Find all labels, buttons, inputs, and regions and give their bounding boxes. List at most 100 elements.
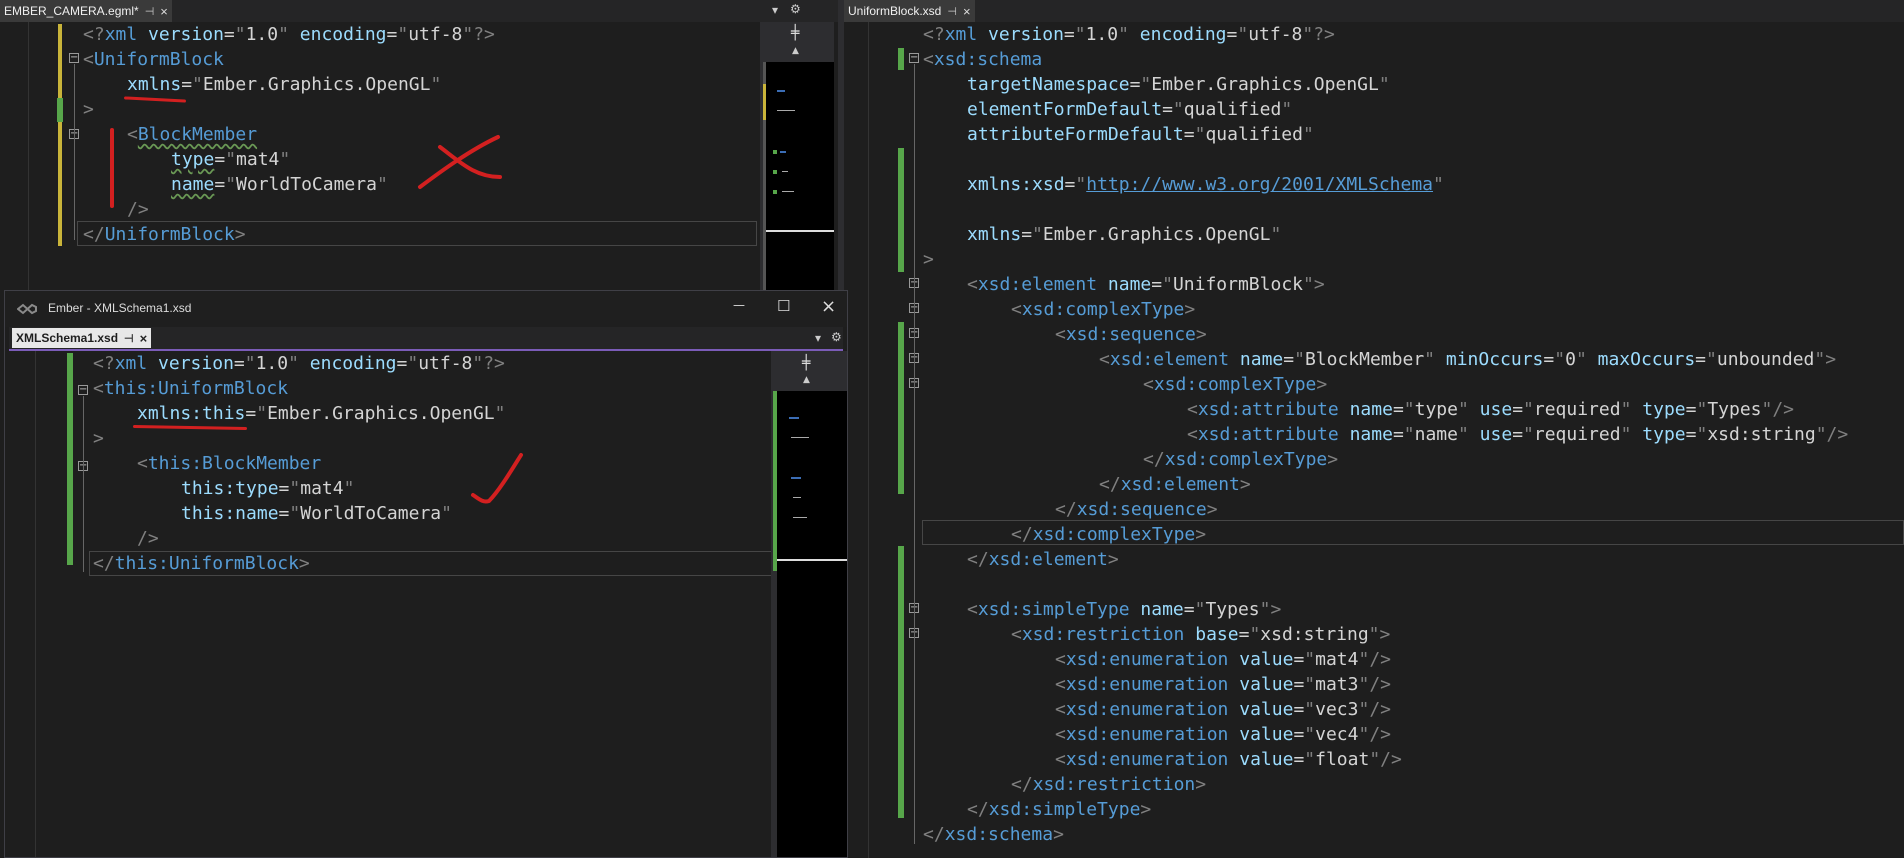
scroll-up-icon[interactable]: ▲ [792, 46, 799, 56]
gutter-divider [28, 22, 29, 290]
minimap-marker [773, 150, 777, 154]
change-marker [898, 546, 904, 818]
minimap-row [780, 151, 786, 153]
code-line: type="mat4" [171, 149, 291, 170]
code-line: </xsd:complexType> [1143, 449, 1339, 470]
tab-label: XMLSchema1.xsd [16, 331, 119, 345]
tab-xmlschema1[interactable]: XMLSchema1.xsd ⊣ × [12, 328, 152, 348]
code-line: <BlockMember [127, 124, 258, 145]
code-line: > [923, 249, 934, 270]
code-line: </xsd:simpleType> [967, 799, 1152, 820]
minimap-marker [773, 170, 777, 174]
schema-url-link[interactable]: http://www.w3.org/2001/XMLSchema [1086, 174, 1433, 195]
code-line: <?xml version="1.0" encoding="utf-8"?> [93, 353, 505, 374]
pin-icon[interactable]: ⊣ [145, 5, 155, 18]
settings-icon[interactable]: ⚙ [790, 2, 801, 16]
fold-toggle[interactable]: − [78, 385, 88, 395]
code-line: </UniformBlock> [83, 224, 246, 245]
minimap-row [777, 90, 785, 92]
scroll-up-icon[interactable]: ▲ [803, 375, 810, 385]
code-line: </xsd:complexType> [1011, 524, 1207, 545]
right-editor: UniformBlock.xsd ⊣ × − − − − − − − − <?x… [844, 0, 1904, 858]
minimap-viewport[interactable] [766, 230, 834, 232]
code-line: xmlns:xsd="http://www.w3.org/2001/XMLSch… [967, 174, 1444, 195]
code-line: targetNamespace="Ember.Graphics.OpenGL" [967, 74, 1390, 95]
fold-toggle[interactable]: − [69, 53, 79, 63]
tab-uniformblock-xsd[interactable]: UniformBlock.xsd ⊣ × [844, 0, 975, 22]
minimap-row [791, 477, 801, 479]
minimap-marker [763, 84, 766, 120]
code-line: <xsd:enumeration value="mat4"/> [1055, 649, 1391, 670]
settings-icon[interactable]: ⚙ [831, 330, 842, 344]
code-line: > [83, 99, 94, 120]
right-tabstrip [844, 0, 1904, 22]
red-checkmark [471, 453, 523, 504]
code-line: </xsd:restriction> [1011, 774, 1207, 795]
change-marker [898, 148, 904, 272]
visual-studio-icon [17, 303, 37, 315]
window-close-icon[interactable]: × [821, 296, 836, 317]
code-line: <this:UniformBlock [93, 378, 289, 399]
code-line: <?xml version="1.0" encoding="utf-8"?> [83, 24, 495, 45]
floating-window: Ember - XMLSchema1.xsd — ☐ × XMLSchema1.… [4, 290, 848, 858]
code-line: this:name="WorldToCamera" [181, 503, 452, 524]
code-line: xmlns:this="Ember.Graphics.OpenGL" [137, 403, 506, 424]
change-marker [898, 48, 904, 70]
dropdown-icon[interactable]: ▾ [772, 3, 778, 17]
change-marker [898, 322, 904, 494]
code-line: <xsd:attribute name="name" use="required… [1187, 424, 1849, 445]
code-line: </this:UniformBlock> [93, 553, 310, 574]
code-line: <xsd:restriction base="xsd:string"> [1011, 624, 1391, 645]
change-marker [58, 24, 62, 246]
gutter-divider [35, 351, 36, 857]
code-line: <xsd:attribute name="type" use="required… [1187, 399, 1795, 420]
red-mark [110, 128, 114, 208]
close-icon[interactable]: × [160, 4, 168, 19]
fold-toggle[interactable]: − [909, 53, 919, 63]
code-line: name="WorldToCamera" [171, 174, 388, 195]
pin-icon[interactable]: ⊣ [124, 332, 134, 345]
window-title: Ember - XMLSchema1.xsd [48, 301, 192, 315]
code-line: <xsd:enumeration value="float"/> [1055, 749, 1402, 770]
code-line: </xsd:schema> [923, 824, 1064, 845]
indent-guide [74, 64, 75, 240]
code-line: /> [137, 528, 159, 549]
pin-icon[interactable]: ⊣ [947, 5, 957, 18]
close-icon[interactable]: × [963, 4, 971, 19]
code-line: this:type="mat4" [181, 478, 355, 499]
minimap-row [782, 171, 788, 172]
minimap[interactable] [777, 391, 847, 857]
code-line: </xsd:element> [1099, 474, 1251, 495]
code-line: <xsd:simpleType name="Types"> [967, 599, 1282, 620]
minimap-row [777, 110, 795, 111]
code-line: xmlns="Ember.Graphics.OpenGL" [967, 224, 1282, 245]
red-x-mark [418, 135, 502, 189]
split-icon[interactable]: ╪ [791, 25, 799, 41]
code-line: <xsd:complexType> [1011, 299, 1196, 320]
maximize-icon[interactable]: ☐ [777, 297, 790, 315]
code-line: <UniformBlock [83, 49, 224, 70]
code-line: elementFormDefault="qualified" [967, 99, 1293, 120]
code-line: <xsd:sequence> [1055, 324, 1207, 345]
dropdown-icon[interactable]: ▾ [815, 331, 821, 345]
minimize-icon[interactable]: — [733, 298, 745, 312]
close-icon[interactable]: × [140, 331, 148, 346]
code-line: <xsd:enumeration value="vec4"/> [1055, 724, 1391, 745]
minimap-row [791, 437, 809, 438]
code-line: > [93, 428, 104, 449]
code-line: </xsd:element> [967, 549, 1119, 570]
minimap-row [793, 497, 801, 498]
tab-ember-camera[interactable]: EMBER_CAMERA.egml* ⊣ × [0, 0, 172, 22]
minimap-marker [773, 391, 777, 571]
code-line: /> [127, 199, 149, 220]
code-line: <this:BlockMember [137, 453, 322, 474]
minimap-viewport[interactable] [777, 559, 847, 561]
code-line: <xsd:enumeration value="mat3"/> [1055, 674, 1391, 695]
code-line: <xsd:complexType> [1143, 374, 1328, 395]
gutter-divider [868, 22, 869, 858]
minimap[interactable] [766, 62, 834, 290]
red-underline [132, 425, 248, 430]
split-icon[interactable]: ╪ [802, 355, 810, 371]
minimap-row [789, 417, 799, 419]
indent-guide [914, 64, 915, 844]
